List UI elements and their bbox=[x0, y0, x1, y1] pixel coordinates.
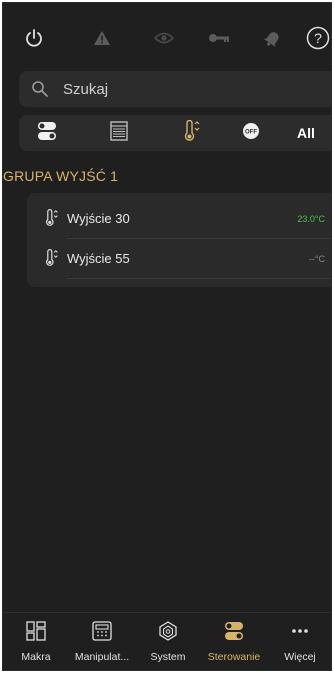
nav-label: Sterowanie bbox=[207, 651, 261, 663]
key-icon[interactable] bbox=[206, 25, 232, 51]
top-toolbar: ? bbox=[3, 3, 331, 69]
group-title: GRUPA WYJŚĆ 1 bbox=[3, 168, 119, 184]
thermometer-icon bbox=[43, 209, 59, 232]
nav-label: System bbox=[150, 651, 186, 663]
output-name: Wyjście 55 bbox=[67, 251, 130, 266]
keypad-icon bbox=[69, 621, 135, 641]
nav-wiecej[interactable]: Więcej bbox=[267, 613, 331, 670]
power-icon[interactable] bbox=[21, 25, 47, 51]
bell-icon[interactable] bbox=[260, 25, 286, 51]
nav-system[interactable]: System bbox=[135, 613, 201, 670]
toggle-icon bbox=[37, 121, 57, 146]
search-icon bbox=[31, 80, 49, 103]
nav-makra[interactable]: Makra bbox=[3, 613, 69, 670]
search-bar[interactable] bbox=[19, 71, 331, 107]
filter-all[interactable]: All bbox=[281, 115, 331, 151]
filter-temperature[interactable] bbox=[163, 115, 219, 151]
toggle-icon bbox=[201, 621, 267, 641]
filter-off[interactable]: OFF bbox=[223, 115, 279, 151]
output-name: Wyjście 30 bbox=[67, 211, 130, 226]
thermometer-icon bbox=[181, 119, 201, 147]
group-card: Wyjście 30 23.0°C Wyjście 55 --°C bbox=[27, 193, 331, 287]
nav-label: Makra bbox=[21, 651, 51, 663]
eye-icon[interactable] bbox=[151, 25, 177, 51]
window-blind-icon bbox=[110, 120, 128, 146]
macros-icon bbox=[3, 621, 69, 641]
thermometer-icon bbox=[43, 249, 59, 272]
help-icon[interactable]: ? bbox=[305, 25, 331, 51]
filter-blinds[interactable] bbox=[91, 115, 147, 151]
divider bbox=[67, 278, 331, 279]
nav-manipulatory[interactable]: Manipulat... bbox=[69, 613, 135, 670]
nav-sterowanie[interactable]: Sterowanie bbox=[201, 613, 267, 670]
off-icon: OFF bbox=[242, 122, 260, 145]
nav-label: Manipulat... bbox=[74, 651, 130, 663]
filter-toggle[interactable] bbox=[19, 115, 75, 151]
svg-text:OFF: OFF bbox=[245, 129, 257, 135]
search-input[interactable] bbox=[63, 71, 323, 107]
more-icon bbox=[267, 621, 331, 641]
nav-label: Więcej bbox=[284, 651, 316, 663]
svg-text:?: ? bbox=[314, 30, 322, 46]
app-screen: ? OFF All bbox=[2, 2, 332, 671]
output-value: 23.0°C bbox=[297, 214, 325, 224]
filter-bar: OFF All bbox=[19, 115, 331, 151]
bottom-navigation: Makra Manipulat... System Sterowanie Wię… bbox=[3, 612, 331, 670]
warning-icon[interactable] bbox=[89, 25, 115, 51]
list-item[interactable]: Wyjście 55 --°C bbox=[27, 239, 331, 279]
system-icon bbox=[135, 621, 201, 641]
output-value: --°C bbox=[308, 254, 325, 264]
list-item[interactable]: Wyjście 30 23.0°C bbox=[27, 199, 331, 239]
